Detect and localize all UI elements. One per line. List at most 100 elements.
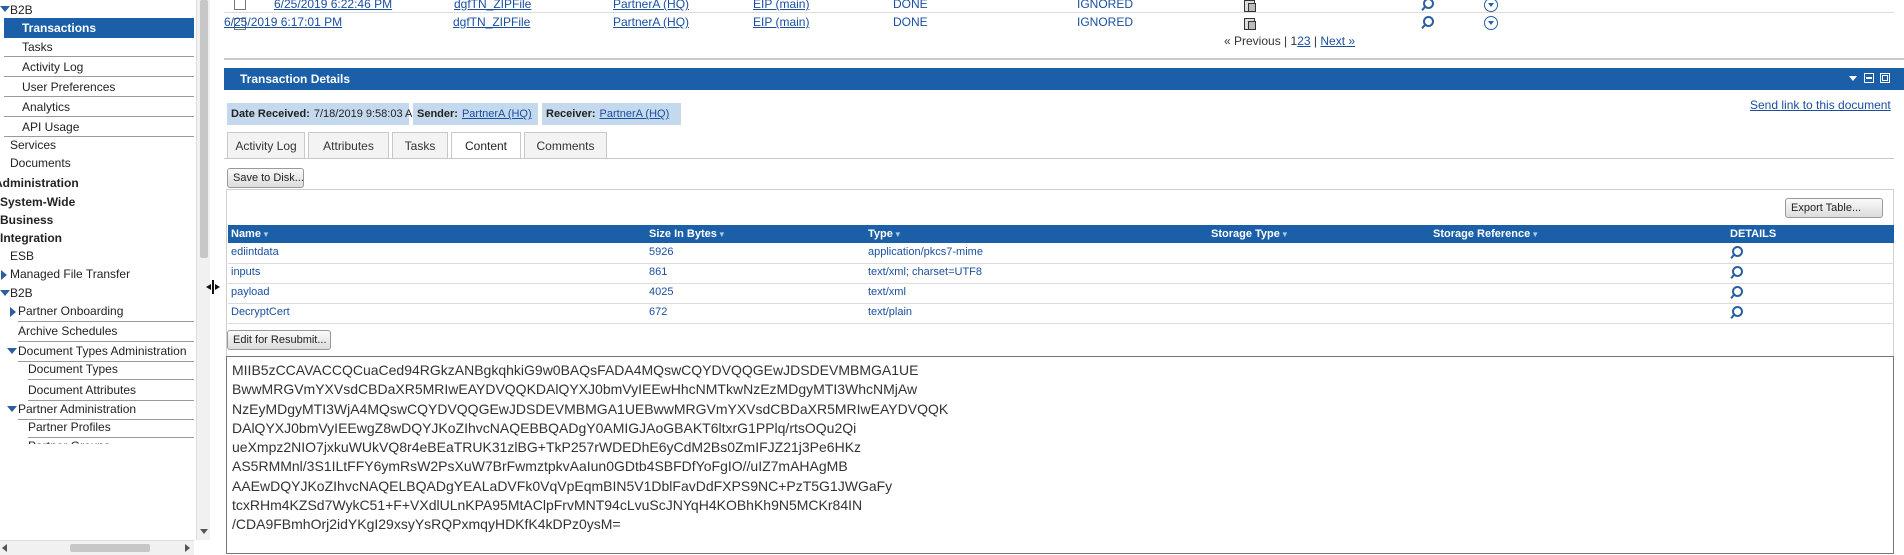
tab-content[interactable]: Content xyxy=(451,132,521,159)
sidebar-item-services[interactable]: Services xyxy=(10,135,56,155)
magnifier-icon[interactable] xyxy=(1420,0,1434,12)
expand-document-types-admin-icon[interactable] xyxy=(7,348,17,354)
date-received-label: Date Received: xyxy=(231,108,310,120)
transaction-time-link[interactable]: 6/25/2019 6:17:01 PM xyxy=(224,15,342,29)
minimize-icon[interactable] xyxy=(1864,73,1874,83)
content-name[interactable]: ediintdata xyxy=(231,246,279,258)
content-name[interactable]: inputs xyxy=(231,266,260,278)
panel-splitter[interactable] xyxy=(210,0,222,554)
view-documents-icon[interactable] xyxy=(1244,18,1256,30)
sort-arrow-icon: ▼ xyxy=(717,230,726,239)
sidebar-item-administration[interactable]: Administration xyxy=(0,173,79,193)
table-row[interactable]: DecryptCert 672 text/plain xyxy=(228,303,1894,324)
content-size: 861 xyxy=(649,266,668,278)
sidebar-item-integration[interactable]: Integration xyxy=(0,228,62,248)
magnifier-icon[interactable] xyxy=(1420,16,1434,30)
content-type: text/plain xyxy=(868,306,913,318)
page-3-link[interactable]: 3 xyxy=(1304,34,1311,48)
page-2-link[interactable]: 2 xyxy=(1297,34,1304,48)
content-viewer[interactable]: MIIB5zCCAVACCQCuaCed94RGkzANBgkqhkiG9w0B… xyxy=(226,356,1894,554)
sidebar-item-esb[interactable]: ESB xyxy=(10,246,34,266)
magnifier-icon[interactable] xyxy=(1729,306,1743,320)
sidebar-item-analytics[interactable]: Analytics xyxy=(4,97,194,117)
tab-comments[interactable]: Comments xyxy=(524,132,607,158)
expand-mft-icon[interactable] xyxy=(1,270,7,280)
actions-menu-icon[interactable] xyxy=(1484,16,1498,30)
sender-link[interactable]: PartnerA (HQ) xyxy=(613,15,689,29)
processing-status: DONE xyxy=(893,15,928,29)
tab-activity-log[interactable]: Activity Log xyxy=(227,132,305,158)
previous-page-label: « Previous xyxy=(1224,34,1281,48)
sidebar-horizontal-scrollbar[interactable] xyxy=(0,540,194,555)
table-row[interactable]: 6/25/2019 6:17:01 PM dgfTN_ZIPFile Partn… xyxy=(224,12,1894,33)
sidebar-item-activity-log[interactable]: Activity Log xyxy=(4,57,194,77)
magnifier-icon[interactable] xyxy=(1729,266,1743,280)
sidebar-item-b2b[interactable]: B2B xyxy=(10,0,33,20)
table-row[interactable]: ediintdata 5926 application/pkcs7-mime xyxy=(228,243,1894,264)
table-row[interactable]: inputs 861 text/xml; charset=UTF8 xyxy=(228,263,1894,284)
expand-b2b-icon[interactable] xyxy=(0,6,10,12)
scroll-down-arrow-icon[interactable] xyxy=(200,529,208,534)
sidebar-item-tasks[interactable]: Tasks xyxy=(4,37,194,57)
transaction-time-link[interactable]: 6/25/2019 6:22:46 PM xyxy=(274,0,392,11)
sidebar-item-documents[interactable]: Documents xyxy=(10,153,71,173)
next-page-link[interactable]: Next » xyxy=(1320,34,1355,48)
actions-menu-icon[interactable] xyxy=(1484,0,1498,12)
sidebar-vertical-scrollbar[interactable] xyxy=(196,0,211,540)
sidebar-item-business[interactable]: Business xyxy=(0,210,53,230)
document-type-link[interactable]: dgfTN_ZIPFile xyxy=(454,0,531,11)
column-header-type[interactable]: Type▼ xyxy=(868,225,902,244)
sidebar-vscroll-thumb[interactable] xyxy=(200,0,208,258)
tab-tasks[interactable]: Tasks xyxy=(392,132,448,158)
receiver-link[interactable]: EIP (main) xyxy=(753,15,809,29)
sender-link[interactable]: PartnerA (HQ) xyxy=(462,108,532,120)
sort-arrow-icon: ▼ xyxy=(893,230,902,239)
resize-handle-icon[interactable] xyxy=(206,280,220,294)
panel-header: Transaction Details xyxy=(224,68,1904,90)
magnifier-icon[interactable] xyxy=(1729,286,1743,300)
sender-link[interactable]: PartnerA (HQ) xyxy=(613,0,689,11)
sidebar-item-partner-onboarding[interactable]: Partner Onboarding xyxy=(18,301,194,322)
document-type-link[interactable]: dgfTN_ZIPFile xyxy=(453,15,530,29)
row-checkbox[interactable] xyxy=(234,0,246,10)
sidebar-item-archive-schedules[interactable]: Archive Schedules xyxy=(18,321,194,342)
sender-label: Sender: xyxy=(417,108,458,120)
sidebar-item-document-attributes[interactable]: Document Attributes xyxy=(28,380,194,401)
content-name[interactable]: payload xyxy=(231,286,270,298)
maximize-icon[interactable] xyxy=(1880,73,1890,83)
expand-partner-administration-icon[interactable] xyxy=(7,406,17,412)
export-table-button[interactable]: Export Table... xyxy=(1785,198,1883,218)
sidebar-hscroll-thumb[interactable] xyxy=(70,544,150,552)
column-header-details: DETAILS xyxy=(1730,228,1777,240)
sidebar-item-document-types[interactable]: Document Types xyxy=(28,359,194,380)
column-header-storage-type[interactable]: Storage Type▼ xyxy=(1211,225,1289,244)
tab-attributes[interactable]: Attributes xyxy=(308,132,389,158)
view-documents-icon[interactable] xyxy=(1244,0,1256,12)
collapse-icon[interactable] xyxy=(1848,73,1858,83)
sidebar-item-system-wide[interactable]: System-Wide xyxy=(0,192,75,212)
sidebar-item-managed-file-transfer[interactable]: Managed File Transfer xyxy=(10,264,130,284)
expand-partner-onboarding-icon[interactable] xyxy=(10,307,16,317)
sidebar-item-partner-profiles[interactable]: Partner Profiles xyxy=(28,417,194,438)
edit-for-resubmit-button[interactable]: Edit for Resubmit... xyxy=(227,330,331,350)
table-row[interactable]: payload 4025 text/xml xyxy=(228,283,1894,304)
sidebar-item-b2b-admin[interactable]: B2B xyxy=(10,283,33,303)
sidebar-item-partner-groups[interactable]: Partner Groups xyxy=(28,436,194,444)
save-to-disk-button[interactable]: Save to Disk... xyxy=(227,168,304,188)
magnifier-icon[interactable] xyxy=(1729,246,1743,260)
date-received-chip: Date Received: 7/18/2019 9:58:03 AM xyxy=(227,103,422,125)
sidebar-item-user-preferences[interactable]: User Preferences xyxy=(4,77,194,97)
scroll-right-arrow-icon[interactable] xyxy=(185,544,190,552)
receiver-link[interactable]: EIP (main) xyxy=(753,0,809,11)
column-header-size[interactable]: Size In Bytes▼ xyxy=(649,225,726,244)
receiver-link[interactable]: PartnerA (HQ) xyxy=(600,108,670,120)
column-header-storage-reference[interactable]: Storage Reference▼ xyxy=(1433,225,1539,244)
sidebar-item-api-usage[interactable]: API Usage xyxy=(4,117,194,137)
send-link[interactable]: Send link to this document xyxy=(1750,98,1891,112)
expand-b2b-admin-icon[interactable] xyxy=(0,290,10,296)
scroll-left-arrow-icon[interactable] xyxy=(2,544,7,552)
content-name[interactable]: DecryptCert xyxy=(231,306,290,318)
pager-separator-2: | xyxy=(1313,34,1318,48)
sidebar-item-transactions[interactable]: Transactions xyxy=(4,18,194,38)
column-header-name[interactable]: Name▼ xyxy=(231,225,270,244)
